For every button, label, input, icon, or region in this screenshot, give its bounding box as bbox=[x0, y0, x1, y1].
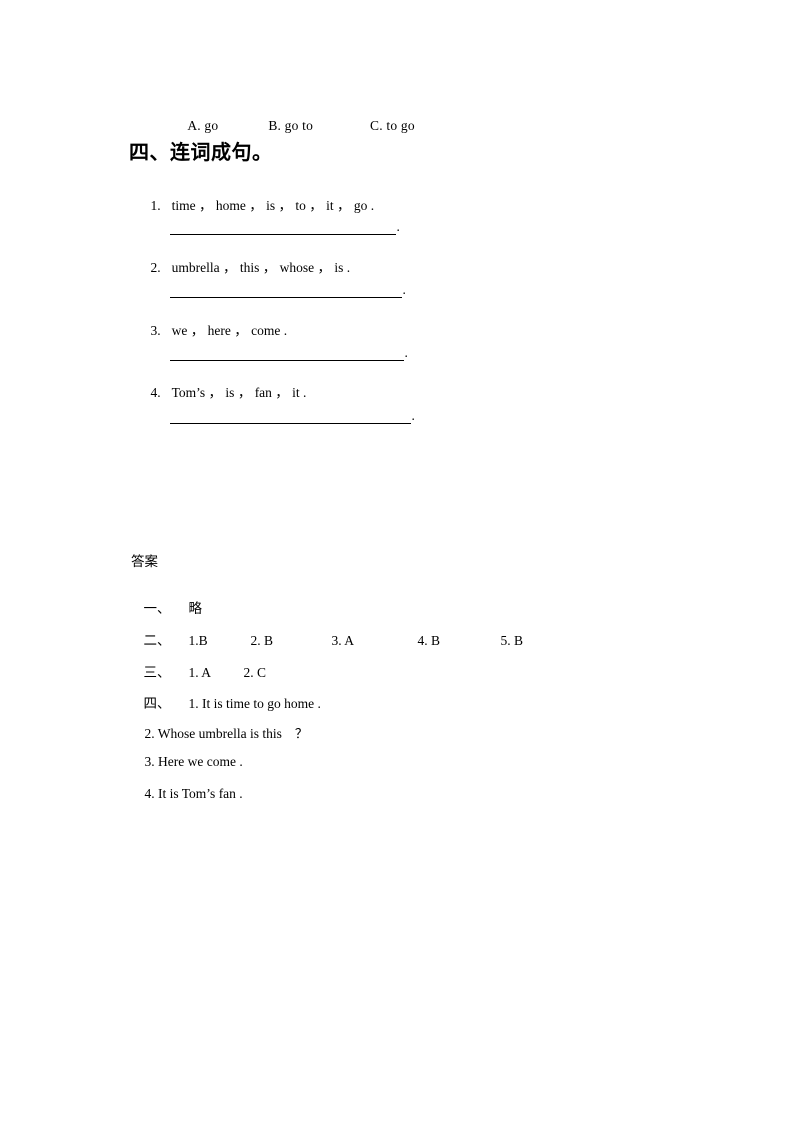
answer-two-item-5: 5. B bbox=[500, 633, 524, 648]
answer-two-item-3: 3. A bbox=[331, 633, 355, 648]
answer-blank-2-period: . bbox=[402, 282, 406, 297]
answer-two-item-4: 4. B bbox=[417, 633, 441, 648]
worksheet-page: A. go B. go to C. to go 四、连词成句。 1. time ， h… bbox=[0, 0, 794, 1123]
answer-blank-4-line[interactable] bbox=[169, 410, 411, 424]
option-b: B. go to bbox=[268, 118, 314, 133]
answer-four-item-3: 3. Here we come . bbox=[144, 754, 243, 769]
question-mark: ？ bbox=[294, 727, 308, 742]
answer-four-item-4-line: 4. It is Tom’s fan . bbox=[131, 770, 243, 818]
answer-key-title: 答案 bbox=[131, 554, 158, 570]
answer-blank-3-period: . bbox=[404, 345, 408, 360]
answer-blank-4[interactable]: . bbox=[156, 392, 415, 440]
option-a: A. go bbox=[187, 118, 219, 133]
answer-blank-2-line[interactable] bbox=[169, 284, 402, 298]
answer-four-item-4: 4. It is Tom’s fan . bbox=[144, 786, 243, 801]
option-c: C. to go bbox=[370, 118, 415, 133]
answer-blank-1-line[interactable] bbox=[169, 221, 396, 235]
answer-blank-1-period: . bbox=[396, 219, 400, 234]
answer-blank-3-line[interactable] bbox=[169, 347, 404, 361]
section-four-heading: 四、连词成句。 bbox=[129, 140, 273, 164]
answer-blank-4-period: . bbox=[411, 408, 415, 423]
